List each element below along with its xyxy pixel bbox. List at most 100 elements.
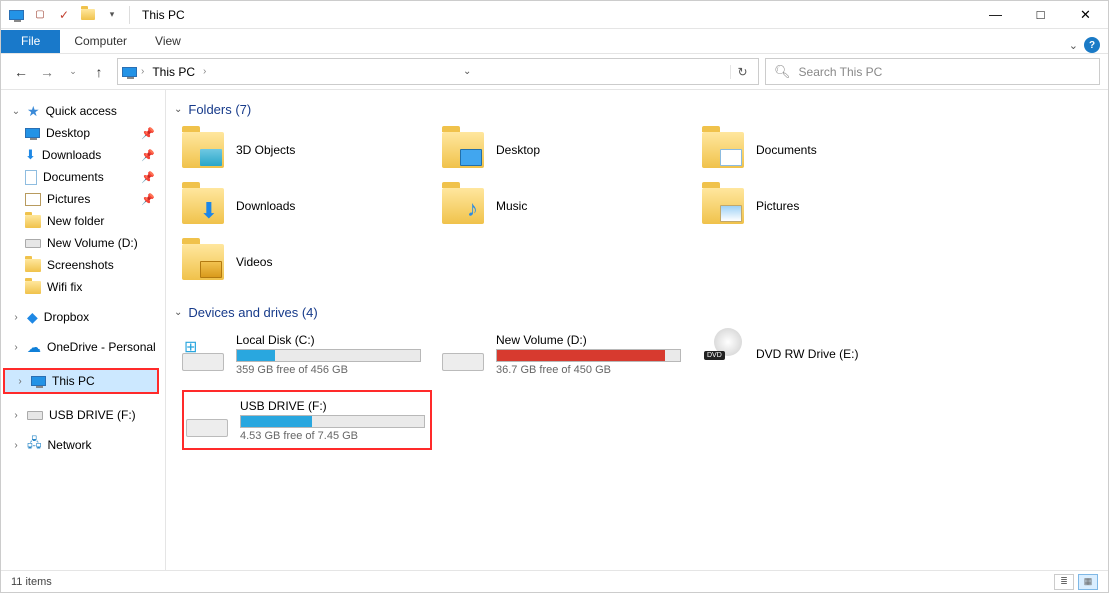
search-icon: 🔍︎: [774, 64, 791, 80]
qat-newfolder-icon[interactable]: [77, 4, 99, 26]
sidebar-item-pictures[interactable]: Pictures 📌: [1, 188, 161, 210]
drive-newvolume-d[interactable]: New Volume (D:) 36.7 GB free of 450 GB: [442, 328, 692, 380]
collapse-icon[interactable]: ⌄: [174, 104, 182, 115]
sidebar-item-newvolume[interactable]: New Volume (D:): [1, 232, 161, 254]
dropbox-icon: ◆: [27, 309, 38, 326]
sidebar-dropbox[interactable]: › ◆ Dropbox: [1, 306, 161, 328]
sidebar-item-screenshots[interactable]: Screenshots: [1, 254, 161, 276]
minimize-button[interactable]: ―: [973, 1, 1018, 29]
capacity-bar: [496, 349, 681, 362]
address-bar[interactable]: › This PC › ⌄ ↻: [117, 58, 759, 85]
sidebar-item-wififix[interactable]: Wifi fix: [1, 276, 161, 298]
quick-access-toolbar: ▢ ✓ ▾: [1, 4, 134, 26]
qat-properties-icon[interactable]: ▢: [29, 4, 51, 26]
window-controls: ― □ ✕: [973, 1, 1108, 29]
folder-icon: [25, 281, 41, 294]
document-icon: [25, 170, 37, 185]
tab-computer[interactable]: Computer: [60, 30, 141, 53]
qat-checkmark-icon[interactable]: ✓: [53, 4, 75, 26]
drives-grid: ⊞ Local Disk (C:) 359 GB free of 456 GB …: [182, 328, 1100, 450]
usb-icon: [186, 403, 228, 437]
pictures-icon: [25, 193, 41, 206]
folder-desktop[interactable]: Desktop: [442, 125, 692, 175]
window-title: This PC: [134, 8, 185, 22]
onedrive-icon: ☁: [27, 339, 41, 356]
collapse-icon[interactable]: ⌄: [9, 106, 23, 117]
ribbon-tabs: File Computer View ⌄ ?: [1, 29, 1108, 54]
this-pc-icon: [31, 376, 46, 386]
folders-grid: 3D Objects Desktop Documents ⬇Downloads …: [182, 125, 1100, 287]
title-bar: ▢ ✓ ▾ This PC ― □ ✕: [1, 1, 1108, 29]
usb-icon: [27, 411, 43, 420]
ribbon-expand-icon[interactable]: ⌄: [1069, 39, 1078, 52]
location-icon: [122, 67, 137, 77]
forward-button[interactable]: →: [35, 60, 59, 84]
expand-icon[interactable]: ›: [13, 376, 27, 387]
section-folders-header[interactable]: ⌄ Folders (7): [174, 102, 1100, 117]
sidebar-item-documents[interactable]: Documents 📌: [1, 166, 161, 188]
hdd-icon: [442, 337, 484, 371]
help-icon[interactable]: ?: [1084, 37, 1100, 53]
tab-file[interactable]: File: [1, 30, 60, 53]
refresh-button[interactable]: ↻: [730, 65, 754, 79]
capacity-bar: [240, 415, 425, 428]
dvd-icon: DVD: [702, 328, 744, 362]
folder-3d-objects[interactable]: 3D Objects: [182, 125, 432, 175]
sidebar-usb-drive[interactable]: › USB DRIVE (F:): [1, 404, 161, 426]
expand-icon[interactable]: ›: [9, 410, 23, 421]
expand-icon[interactable]: ›: [9, 312, 23, 323]
folder-pictures[interactable]: Pictures: [702, 181, 952, 231]
search-box[interactable]: 🔍︎ Search This PC: [765, 58, 1100, 85]
app-icon[interactable]: [5, 4, 27, 26]
section-drives-header[interactable]: ⌄ Devices and drives (4): [174, 305, 1100, 320]
sidebar-item-newfolder[interactable]: New folder: [1, 210, 161, 232]
folder-icon: [25, 215, 41, 228]
navigation-pane: ⌄ ★ Quick access Desktop 📌 ⬇ Downloads 📌…: [1, 90, 166, 570]
hdd-icon: ⊞: [182, 337, 224, 371]
download-icon: ⬇: [25, 147, 36, 163]
maximize-button[interactable]: □: [1018, 1, 1063, 29]
collapse-icon[interactable]: ⌄: [174, 307, 182, 318]
folder-downloads[interactable]: ⬇Downloads: [182, 181, 432, 231]
content-pane: ⌄ Folders (7) 3D Objects Desktop Documen…: [166, 90, 1108, 570]
view-tiles-button[interactable]: ▦: [1078, 574, 1098, 590]
drive-dvd-e[interactable]: DVD DVD RW Drive (E:): [702, 328, 952, 380]
network-icon: 🖧: [27, 434, 42, 456]
recent-locations-button[interactable]: ⌄: [61, 60, 85, 84]
drive-icon: [25, 239, 41, 248]
breadcrumb-this-pc[interactable]: This PC: [148, 65, 199, 79]
view-details-button[interactable]: ≣: [1054, 574, 1074, 590]
sidebar-item-downloads[interactable]: ⬇ Downloads 📌: [1, 144, 161, 166]
folder-music[interactable]: ♪Music: [442, 181, 692, 231]
folder-icon: [25, 259, 41, 272]
folder-documents[interactable]: Documents: [702, 125, 952, 175]
navigation-bar: ← → ⌄ ↑ › This PC › ⌄ ↻ 🔍︎ Search This P…: [1, 54, 1108, 90]
back-button[interactable]: ←: [9, 60, 33, 84]
sidebar-item-desktop[interactable]: Desktop 📌: [1, 122, 161, 144]
pin-icon: 📌: [141, 171, 161, 184]
chevron-right-icon[interactable]: ›: [199, 66, 210, 77]
drive-usb-f[interactable]: USB DRIVE (F:) 4.53 GB free of 7.45 GB: [186, 394, 428, 446]
qat-dropdown-icon[interactable]: ▾: [101, 4, 123, 26]
close-button[interactable]: ✕: [1063, 1, 1108, 29]
sidebar-quick-access[interactable]: ⌄ ★ Quick access: [1, 100, 161, 122]
folder-videos[interactable]: Videos: [182, 237, 432, 287]
pin-icon: 📌: [141, 127, 161, 140]
item-count: 11 items: [11, 576, 52, 588]
search-placeholder: Search This PC: [799, 65, 883, 79]
highlight-usb-drive: USB DRIVE (F:) 4.53 GB free of 7.45 GB: [182, 390, 432, 450]
sidebar-network[interactable]: › 🖧 Network: [1, 434, 161, 456]
expand-icon[interactable]: ›: [9, 440, 23, 451]
address-dropdown-icon[interactable]: ⌄: [463, 66, 477, 77]
pin-icon: 📌: [141, 149, 161, 162]
drive-local-c[interactable]: ⊞ Local Disk (C:) 359 GB free of 456 GB: [182, 328, 432, 380]
tab-view[interactable]: View: [141, 30, 195, 53]
desktop-icon: [25, 128, 40, 138]
sidebar-onedrive[interactable]: › ☁ OneDrive - Personal: [1, 336, 161, 358]
up-button[interactable]: ↑: [87, 60, 111, 84]
sidebar-this-pc[interactable]: › This PC: [5, 370, 157, 392]
status-bar: 11 items ≣ ▦: [1, 570, 1108, 592]
pin-icon: 📌: [141, 193, 161, 206]
chevron-right-icon[interactable]: ›: [137, 66, 148, 77]
expand-icon[interactable]: ›: [9, 342, 23, 353]
